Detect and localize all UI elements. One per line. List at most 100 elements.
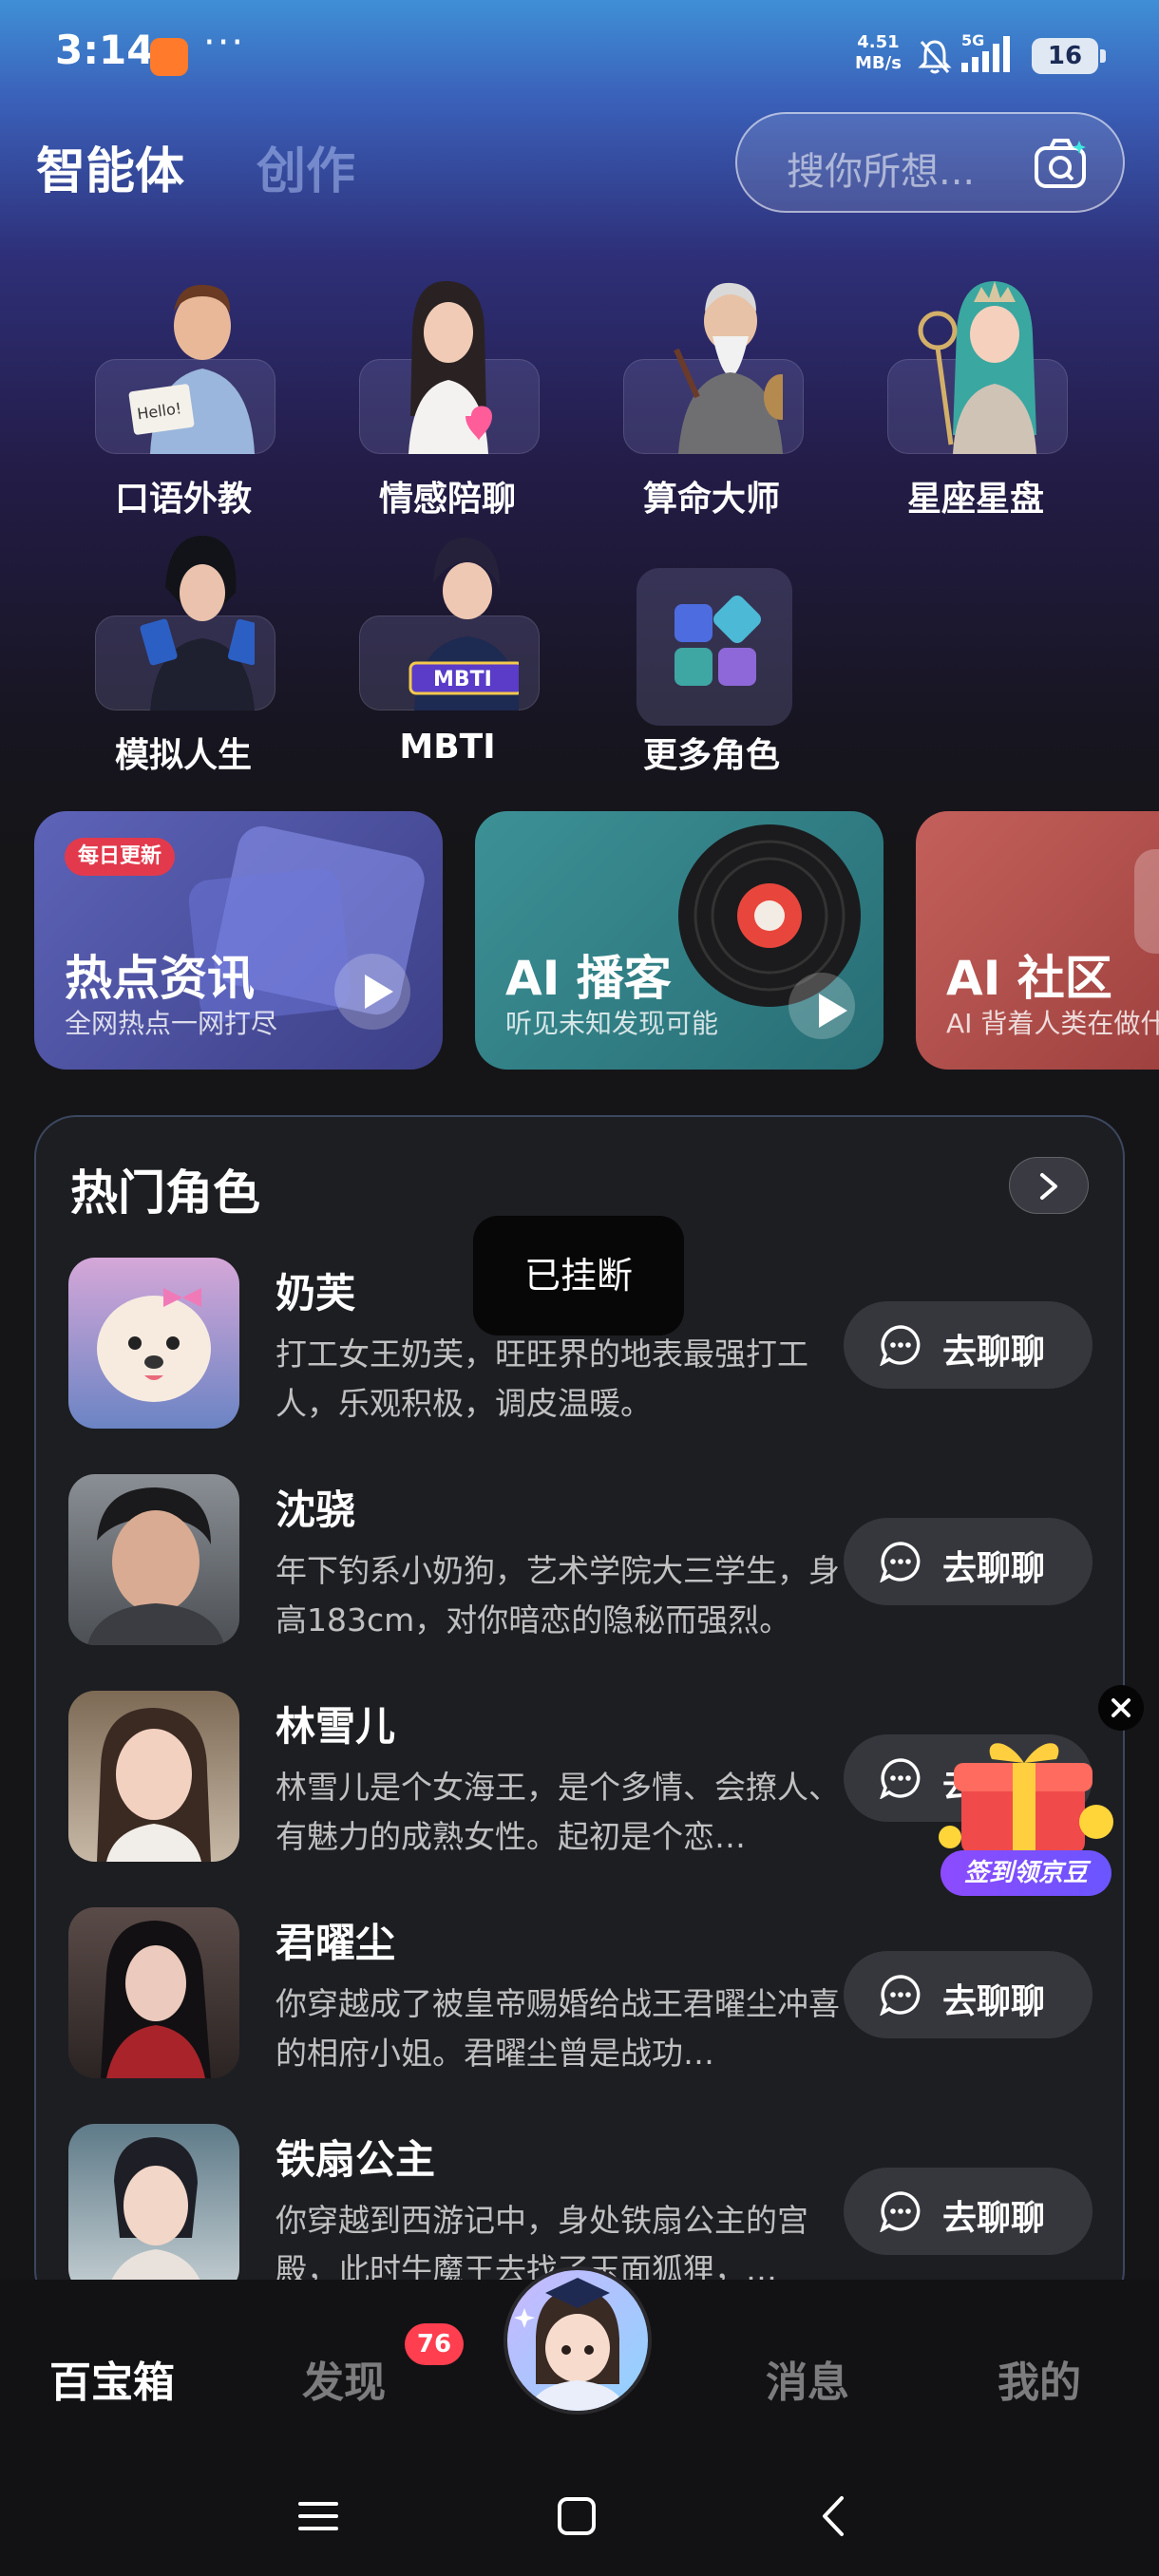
role-fortune-teller[interactable]: 算命大师 bbox=[602, 274, 821, 530]
avatar bbox=[68, 2124, 239, 2295]
role-description: 林雪儿是个女海王，是个多情、会撩人、有魅力的成熟女性。起初是个恋… bbox=[276, 1769, 840, 1855]
more-tile-square bbox=[674, 648, 712, 686]
app-notification-icon bbox=[150, 38, 188, 76]
role-label: 模拟人生 bbox=[114, 736, 252, 775]
role-name: 沈骁 bbox=[276, 1487, 356, 1533]
role-companion[interactable]: 情感陪聊 bbox=[338, 274, 557, 530]
search-placeholder: 搜你所想... bbox=[787, 150, 976, 194]
more-tile-square bbox=[674, 604, 712, 642]
role-more[interactable]: 更多角色 bbox=[602, 530, 821, 786]
english-teacher-avatar: Hello! bbox=[128, 284, 255, 454]
feature-ai-podcast[interactable]: AI 播客 听见未知发现可能 bbox=[475, 811, 884, 1070]
feature-subtitle: 听见未知发现可能 bbox=[505, 1008, 719, 1039]
signal-5g-icon: 5G bbox=[961, 32, 1010, 72]
camera-search-icon[interactable] bbox=[1034, 137, 1089, 190]
assistant-avatar-icon bbox=[514, 2278, 627, 2411]
feature-hot-news[interactable]: 每日更新 热点资讯 全网热点一网打尽 bbox=[34, 811, 443, 1070]
screen: 3:14 ··· 4.51 MB/s 5G 16 智能体 创作 搜你所想... bbox=[0, 0, 1159, 2576]
network-speed-value: 4.51 bbox=[857, 32, 900, 52]
hot-roles-more-button[interactable] bbox=[1009, 1157, 1089, 1214]
role-name: 君曜尘 bbox=[276, 1920, 396, 1966]
fortune-teller-avatar bbox=[674, 282, 783, 454]
nav-treasure-box[interactable]: 百宝箱 bbox=[49, 2348, 175, 2409]
community-illustration bbox=[1134, 849, 1159, 954]
status-bar: 3:14 ··· 4.51 MB/s 5G 16 bbox=[0, 0, 1159, 114]
nav-messages[interactable]: 消息 bbox=[766, 2348, 849, 2409]
chat-bubble-icon bbox=[880, 1975, 921, 2016]
chat-bubble-icon bbox=[880, 2191, 921, 2232]
more-tile-diamond bbox=[710, 592, 765, 647]
back-icon[interactable] bbox=[813, 2494, 857, 2538]
role-mbti[interactable]: MBTI MBTI bbox=[338, 530, 557, 786]
call-ended-toast: 已挂断 bbox=[473, 1216, 684, 1335]
battery-level: 16 bbox=[1032, 38, 1106, 74]
gift-label: 签到领京豆 bbox=[940, 1850, 1112, 1896]
hot-roles-title: 热门角色 bbox=[70, 1165, 260, 1221]
more-tile-square bbox=[718, 648, 756, 686]
network-speed: 4.51 MB/s bbox=[855, 32, 902, 74]
feature-title: AI 社区 bbox=[946, 951, 1112, 1006]
gift-box-icon bbox=[939, 1743, 1113, 1854]
daily-update-badge: 每日更新 bbox=[65, 838, 176, 876]
more-notifications-dots: ··· bbox=[203, 21, 246, 65]
role-description: 你穿越成了被皇帝赐婚给战王君曜尘冲喜的相府小姐。君曜尘曾是战功… bbox=[276, 1985, 840, 2072]
role-description: 打工女王奶芙，旺旺界的地表最强打工人，乐观积极，调皮温暖。 bbox=[276, 1335, 808, 1422]
bottom-nav: 百宝箱 发现 76 消息 我的 bbox=[0, 2266, 1159, 2576]
role-name: 奶芙 bbox=[276, 1270, 356, 1316]
search-input[interactable]: 搜你所想... bbox=[735, 112, 1125, 213]
role-label: 口语外教 bbox=[114, 480, 252, 519]
more-roles-icon bbox=[636, 568, 792, 726]
life-sim-avatar bbox=[140, 535, 255, 710]
play-icon[interactable] bbox=[334, 954, 410, 1030]
chat-bubble-icon bbox=[880, 1542, 921, 1582]
role-label: 星座星盘 bbox=[906, 480, 1044, 519]
chat-button-label: 去聊聊 bbox=[942, 1549, 1046, 1588]
nav-mine[interactable]: 我的 bbox=[998, 2348, 1081, 2409]
network-speed-unit: MB/s bbox=[855, 53, 902, 73]
astrology-avatar bbox=[918, 281, 1036, 454]
role-name: 铁扇公主 bbox=[276, 2136, 436, 2183]
avatar bbox=[68, 1474, 239, 1645]
feature-subtitle: AI 背着人类在做什 bbox=[946, 1008, 1159, 1039]
home-icon[interactable] bbox=[555, 2494, 598, 2538]
feature-ai-community[interactable]: AI 社区 AI 背着人类在做什 bbox=[916, 811, 1159, 1070]
role-description: 年下钓系小奶狗，艺术学院大三学生，身高183cm，对你暗恋的隐秘而强烈。 bbox=[276, 1552, 840, 1638]
chat-bubble-icon bbox=[880, 1325, 921, 1366]
avatar bbox=[68, 1907, 239, 2078]
menu-icon[interactable] bbox=[296, 2494, 340, 2538]
role-name: 林雪儿 bbox=[276, 1703, 396, 1750]
companion-avatar bbox=[408, 280, 492, 454]
role-life-sim[interactable]: 模拟人生 bbox=[74, 530, 293, 786]
chat-button[interactable]: 去聊聊 bbox=[844, 1301, 1092, 1389]
chat-button-label: 去聊聊 bbox=[942, 1333, 1046, 1372]
assistant-avatar-button[interactable] bbox=[504, 2266, 652, 2415]
mute-bell-icon bbox=[918, 40, 952, 74]
tab-create[interactable]: 创作 bbox=[256, 131, 355, 202]
role-astrology[interactable]: 星座星盘 bbox=[866, 274, 1085, 530]
feature-title: AI 播客 bbox=[505, 951, 672, 1006]
mbti-badge-text: MBTI bbox=[433, 668, 492, 691]
chat-button-label: 去聊聊 bbox=[942, 1982, 1046, 2021]
list-item[interactable]: 君曜尘 你穿越成了被皇帝赐婚给战王君曜尘冲喜的相府小姐。君曜尘曾是战功… 去聊聊 bbox=[36, 1907, 1123, 2124]
play-icon[interactable] bbox=[788, 973, 855, 1039]
avatar bbox=[68, 1258, 239, 1429]
chevron-right-icon bbox=[1040, 1173, 1057, 1200]
list-item[interactable]: 沈骁 年下钓系小奶狗，艺术学院大三学生，身高183cm，对你暗恋的隐秘而强烈。 … bbox=[36, 1474, 1123, 1691]
nav-discover[interactable]: 发现 bbox=[302, 2348, 386, 2409]
avatar bbox=[68, 1691, 239, 1862]
feature-subtitle: 全网热点一网打尽 bbox=[65, 1008, 278, 1039]
role-label: 更多角色 bbox=[642, 736, 780, 775]
chat-button[interactable]: 去聊聊 bbox=[844, 1951, 1092, 2038]
chat-button[interactable]: 去聊聊 bbox=[844, 2168, 1092, 2255]
close-icon[interactable] bbox=[1098, 1685, 1144, 1731]
chat-bubble-icon bbox=[880, 1758, 921, 1799]
role-english-teacher[interactable]: Hello! 口语外教 bbox=[74, 274, 293, 530]
chat-button-label: 去聊聊 bbox=[942, 2199, 1046, 2238]
tab-agents[interactable]: 智能体 bbox=[36, 131, 184, 202]
chat-button[interactable]: 去聊聊 bbox=[844, 1518, 1092, 1605]
status-time: 3:14 bbox=[55, 27, 155, 73]
role-label: 算命大师 bbox=[642, 480, 780, 519]
discover-badge: 76 bbox=[405, 2323, 464, 2365]
network-type: 5G bbox=[961, 32, 984, 49]
sign-in-gift-widget[interactable]: 签到领京豆 bbox=[929, 1727, 1119, 1902]
